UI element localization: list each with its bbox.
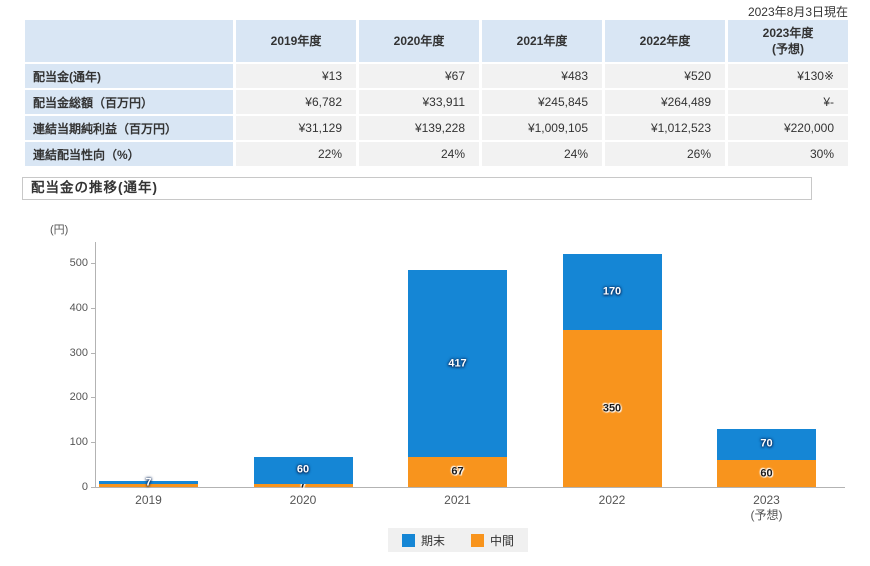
y-axis-tick-label: 300: [48, 347, 88, 359]
y-axis-tick: [91, 442, 95, 443]
x-axis-category-label: 2020: [238, 493, 368, 508]
legend-swatch-icon: [471, 534, 484, 547]
bar-value-label: 417: [448, 358, 466, 369]
legend-label: 期末: [421, 532, 445, 549]
bar-value-label: 67: [451, 466, 463, 477]
y-axis-tick: [91, 487, 95, 488]
y-axis-tick-label: 200: [48, 391, 88, 403]
bar-value-label: 60: [297, 465, 309, 476]
bar-value-label: 350: [603, 403, 621, 414]
y-axis-line: [95, 242, 96, 487]
bar-value-label: 7: [145, 477, 151, 488]
y-axis-tick: [91, 308, 95, 309]
x-axis-category-label: 2021: [393, 493, 523, 508]
x-axis-category-label: 2023 (予想): [702, 493, 832, 523]
bar-value-label: 170: [603, 287, 621, 298]
bar-value-label: 70: [760, 439, 772, 450]
x-axis-category-label: 2022: [547, 493, 677, 508]
y-axis-tick-label: 100: [48, 436, 88, 448]
x-axis-category-label: 2019: [84, 493, 214, 508]
x-axis-line: [95, 487, 845, 488]
y-axis-tick-label: 400: [48, 302, 88, 314]
y-axis-tick-label: 0: [48, 481, 88, 493]
bar-value-label: 60: [760, 468, 772, 479]
y-axis-tick: [91, 263, 95, 264]
legend-label: 中間: [490, 532, 514, 549]
y-axis-unit-label: (円): [50, 221, 68, 237]
legend-item: 期末: [402, 532, 445, 549]
dividend-chart: (円) 010020030040050072019760202067417202…: [0, 0, 870, 566]
y-axis-tick: [91, 353, 95, 354]
y-axis-tick: [91, 397, 95, 398]
dividend-summary-page: 2023年8月3日現在 2019年度2020年度2021年度2022年度2023…: [0, 0, 870, 566]
chart-legend: 期末 中間: [388, 528, 528, 552]
y-axis-tick-label: 500: [48, 257, 88, 269]
legend-item: 中間: [471, 532, 514, 549]
legend-swatch-icon: [402, 534, 415, 547]
